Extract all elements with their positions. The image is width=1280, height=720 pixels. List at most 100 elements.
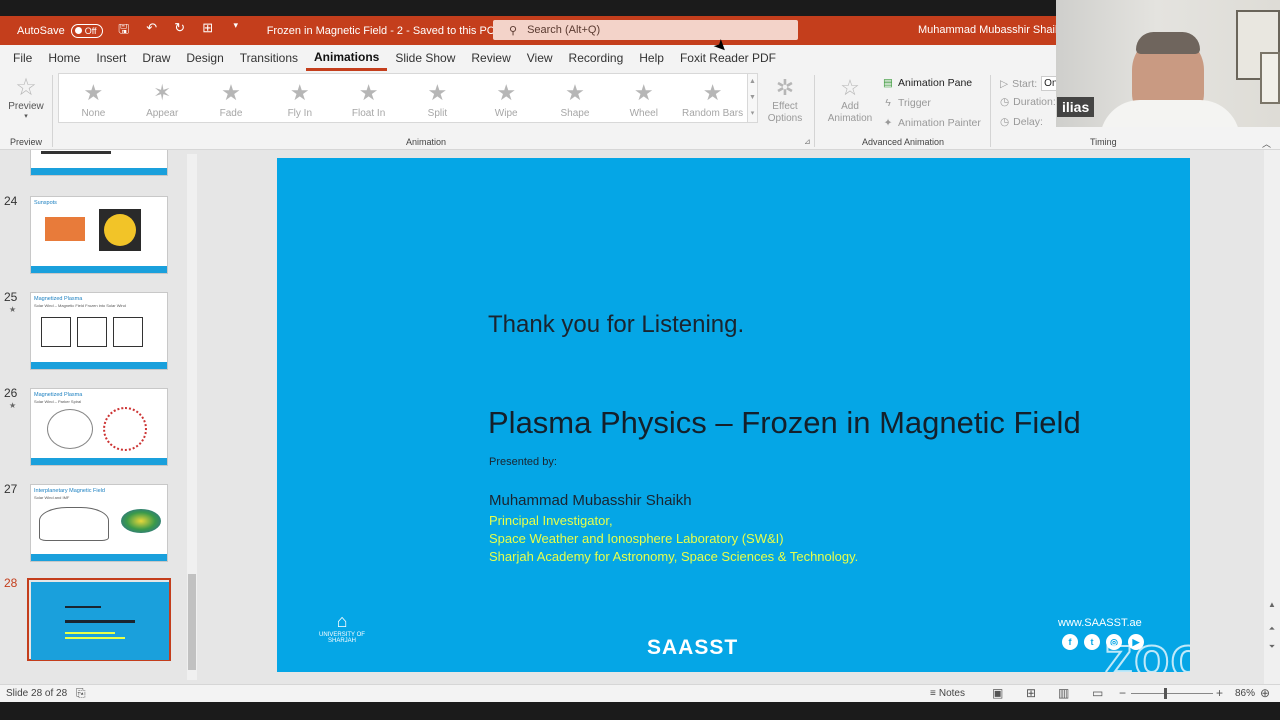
slide-thumbnail[interactable]: Interplanetary Magnetic Field Solar Wind…: [30, 484, 168, 562]
animation-appear[interactable]: ✶ Appear: [128, 74, 197, 122]
slide-scrollbar[interactable]: ▲ ⏶ ⏷: [1264, 150, 1280, 684]
thumb-image: [77, 317, 107, 347]
slide-headline[interactable]: Plasma Physics – Frozen in Magnetic Fiel…: [488, 405, 1081, 441]
tab-foxit-reader-pdf[interactable]: Foxit Reader PDF: [672, 45, 784, 71]
tab-review[interactable]: Review: [463, 45, 518, 71]
animation-painter-button[interactable]: ✦ Animation Painter: [882, 117, 981, 129]
scroll-down-icon[interactable]: ▼: [748, 90, 757, 106]
present-icon[interactable]: ⊞: [199, 20, 217, 42]
slide-count: Slide 28 of 28: [6, 688, 68, 699]
next-slide-icon[interactable]: ⏷: [1264, 642, 1280, 652]
presenter-name[interactable]: Muhammad Mubasshir Shaikh: [489, 492, 692, 509]
star-icon: ★: [633, 80, 654, 105]
zoom-in-icon[interactable]: +: [1216, 686, 1223, 700]
tab-insert[interactable]: Insert: [88, 45, 134, 71]
redo-icon[interactable]: ↻: [171, 20, 189, 42]
preview-dropdown-icon: ▾: [24, 113, 28, 120]
scroll-up-icon[interactable]: ▲: [748, 74, 757, 90]
animation-fly-in[interactable]: ★ Fly In: [265, 74, 334, 122]
tab-home[interactable]: Home: [40, 45, 88, 71]
animation-gallery: ★ None ✶ Appear ★ Fade ★ Fly In ★ Float In ★ S…: [58, 73, 748, 123]
animation-fade[interactable]: ★ Fade: [197, 74, 266, 122]
slide-sorter-icon[interactable]: ⊞: [1026, 686, 1036, 700]
animation-wheel[interactable]: ★ Wheel: [609, 74, 678, 122]
gallery-more-icon[interactable]: ▾: [748, 106, 757, 122]
tab-file[interactable]: File: [0, 45, 40, 71]
save-icon[interactable]: 🖫: [115, 20, 133, 42]
animation-random-bars[interactable]: ★ Random Bars: [678, 74, 747, 122]
collapse-ribbon-icon[interactable]: ︿: [1262, 137, 1271, 150]
zoom-level[interactable]: 86%: [1235, 688, 1255, 699]
previous-slide-icon[interactable]: ⏶: [1264, 624, 1280, 634]
group-label-advanced-animation: Advanced Animation: [862, 137, 945, 147]
presented-by-label[interactable]: Presented by:: [489, 456, 557, 468]
scroll-up-icon[interactable]: ▲: [1264, 600, 1280, 609]
document-title[interactable]: Frozen in Magnetic Field - 2 - Saved to …: [267, 25, 495, 37]
animation-split[interactable]: ★ Split: [403, 74, 472, 122]
start-label: Start:: [1012, 77, 1038, 90]
zoom-slider[interactable]: [1131, 688, 1213, 699]
animation-pane-button[interactable]: ▤ Animation Pane: [882, 77, 972, 89]
add-animation-button[interactable]: ☆ Add Animation: [822, 75, 878, 125]
thumb-image: [113, 317, 143, 347]
current-slide[interactable]: Thank you for Listening. Plasma Physics …: [277, 158, 1190, 672]
zoom-slider-knob[interactable]: [1164, 688, 1167, 699]
slide-thanks-text[interactable]: Thank you for Listening.: [488, 311, 744, 339]
gallery-scroll[interactable]: ▲ ▼ ▾: [748, 73, 758, 123]
notes-button[interactable]: ≡ Notes: [930, 688, 965, 699]
slide-thumbnail[interactable]: [30, 150, 168, 176]
tab-view[interactable]: View: [519, 45, 561, 71]
animation-label: Wipe: [494, 108, 518, 119]
tab-animations[interactable]: Animations: [306, 45, 388, 71]
scrollbar-thumb[interactable]: [188, 574, 196, 670]
thumb-subtitle: Solar Wind and IMF: [34, 495, 70, 500]
thumb-text-line: [65, 606, 101, 608]
animation-none[interactable]: ★ None: [59, 74, 128, 122]
animation-pane-icon: ▤: [883, 77, 893, 89]
tab-transitions[interactable]: Transitions: [232, 45, 306, 71]
undo-icon[interactable]: ↶: [143, 20, 161, 42]
tab-design[interactable]: Design: [178, 45, 231, 71]
reading-view-icon[interactable]: ▥: [1058, 686, 1069, 700]
slide-thumbnail[interactable]: Sunspots: [30, 196, 168, 274]
thumb-title: Magnetized Plasma: [34, 296, 83, 302]
zoom-watermark: zoom: [1103, 624, 1190, 672]
zoom-out-icon[interactable]: −: [1119, 686, 1126, 700]
affiliation-line[interactable]: Principal Investigator,: [489, 513, 613, 528]
tab-slide-show[interactable]: Slide Show: [387, 45, 463, 71]
trigger-label: Trigger: [898, 97, 931, 109]
signed-in-user[interactable]: Muhammad Mubasshir Shaikh: [918, 24, 1067, 36]
autosave-toggle[interactable]: Off: [70, 23, 103, 38]
slide-editing-area: Thank you for Listening. Plasma Physics …: [200, 150, 1280, 684]
fit-to-window-icon[interactable]: ⊕: [1260, 686, 1270, 700]
group-label-preview: Preview: [10, 137, 43, 147]
tab-draw[interactable]: Draw: [134, 45, 178, 71]
effect-options-button[interactable]: ✲ Effect Options: [762, 75, 808, 125]
group-separator: [814, 75, 815, 147]
animation-float-in[interactable]: ★ Float In: [334, 74, 403, 122]
tab-recording[interactable]: Recording: [561, 45, 632, 71]
start-select[interactable]: On: [1041, 76, 1058, 91]
affiliation-line[interactable]: Sharjah Academy for Astronomy, Space Sci…: [489, 549, 858, 564]
slide-thumbnail[interactable]: Magnetized Plasma Solar Wind – Magnetic …: [30, 292, 168, 370]
participant-video[interactable]: ilias: [1056, 0, 1280, 127]
trigger-button[interactable]: ϟ Trigger: [882, 97, 931, 109]
thumbnail-scrollbar[interactable]: [187, 154, 197, 680]
dialog-launcher-icon[interactable]: ⊿: [804, 137, 811, 146]
thumb-image: [39, 507, 109, 541]
search-box[interactable]: ⚲ Search (Alt+Q): [493, 20, 798, 40]
thumb-text-line: [65, 620, 135, 623]
affiliation-line[interactable]: Space Weather and Ionosphere Laboratory …: [489, 531, 784, 546]
slide-thumbnail[interactable]: Magnetized Plasma Solar Wind – Parker Sp…: [30, 388, 168, 466]
animation-wipe[interactable]: ★ Wipe: [472, 74, 541, 122]
customize-qat-icon[interactable]: ▾: [227, 20, 245, 42]
autosave-control[interactable]: AutoSave Off: [17, 23, 103, 38]
slide-thumbnail-active[interactable]: [31, 582, 169, 660]
animation-shape[interactable]: ★ Shape: [541, 74, 610, 122]
thumb-image: [103, 407, 147, 451]
preview-button[interactable]: ☆ Preview ▾: [6, 75, 46, 121]
tab-help[interactable]: Help: [631, 45, 672, 71]
accessibility-icon[interactable]: ⎘: [76, 686, 86, 701]
slide-show-icon[interactable]: ▭: [1092, 686, 1103, 700]
normal-view-icon[interactable]: ▣: [992, 686, 1003, 700]
